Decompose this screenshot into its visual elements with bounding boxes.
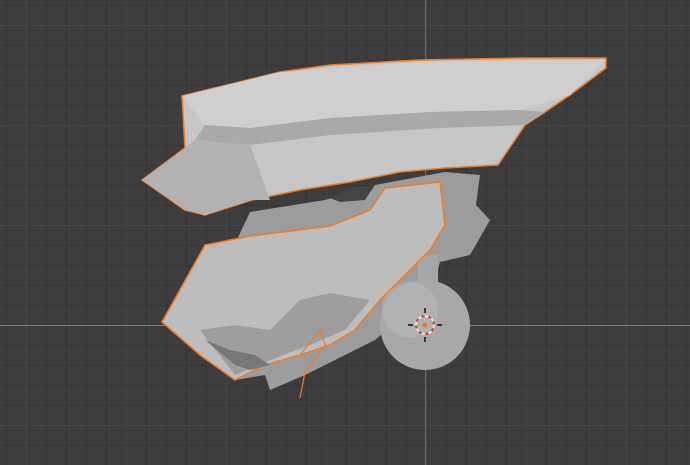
3d-viewport[interactable] [0,0,690,465]
3d-cursor-icon[interactable] [0,0,690,465]
